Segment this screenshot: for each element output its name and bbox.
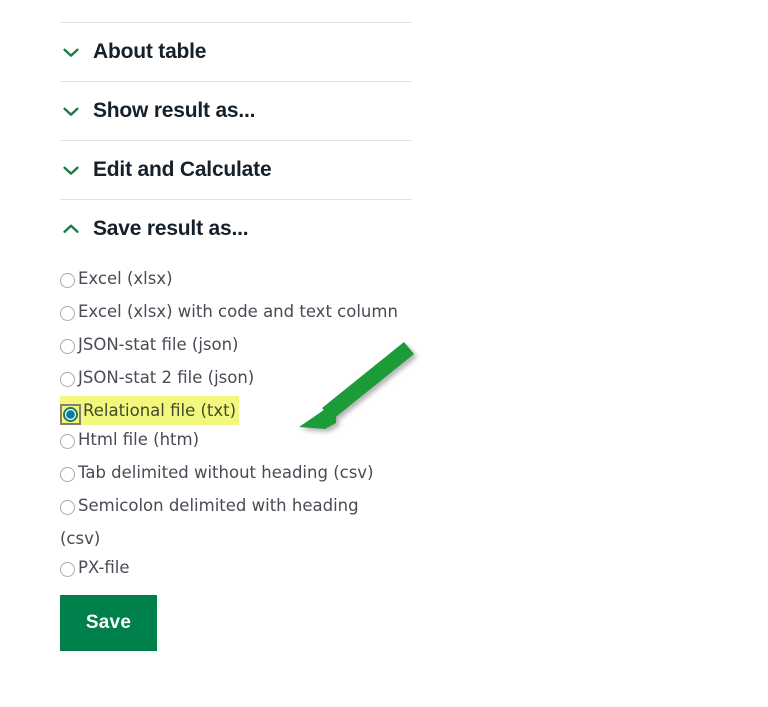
chevron-down-icon xyxy=(63,107,79,116)
radio-option-label: Semicolon delimited with heading (csv) xyxy=(60,496,359,548)
chevron-down-icon xyxy=(63,48,79,57)
section-header-show-result-as[interactable]: Show result as... xyxy=(60,82,412,140)
radio-option-label: Excel (xlsx) with code and text column xyxy=(78,302,398,321)
radio-option-relational-file-wrapper: Relational file (txt) xyxy=(60,396,400,425)
radio-icon[interactable] xyxy=(60,429,78,458)
radio-option-semicolon-delimited-with-heading[interactable]: Semicolon delimited with heading (csv) xyxy=(60,491,400,553)
radio-option-excel-xlsx-with-code-and-text-column[interactable]: Excel (xlsx) with code and text column xyxy=(60,297,400,330)
radio-option-json-stat-file[interactable]: JSON-stat file (json) xyxy=(60,330,400,363)
radio-option-tab-delimited-without-heading[interactable]: Tab delimited without heading (csv) xyxy=(60,458,400,491)
save-button[interactable]: Save xyxy=(60,595,157,651)
radio-option-relational-file[interactable]: Relational file (txt) xyxy=(60,396,240,425)
radio-icon[interactable] xyxy=(60,301,78,330)
radio-option-label: Html file (htm) xyxy=(78,430,200,449)
radio-icon[interactable] xyxy=(60,557,78,586)
section-title: Show result as... xyxy=(93,99,256,122)
radio-icon-selected[interactable] xyxy=(60,404,81,425)
section-header-edit-and-calculate[interactable]: Edit and Calculate xyxy=(60,141,412,199)
radio-icon[interactable] xyxy=(60,334,78,363)
radio-icon[interactable] xyxy=(60,268,78,297)
radio-option-excel-xlsx[interactable]: Excel (xlsx) xyxy=(60,264,400,297)
radio-option-label: Tab delimited without heading (csv) xyxy=(78,463,374,482)
section-header-about-table[interactable]: About table xyxy=(60,23,412,81)
chevron-down-icon xyxy=(63,166,79,175)
radio-option-label: Excel (xlsx) xyxy=(78,269,173,288)
radio-icon[interactable] xyxy=(60,495,78,524)
section-header-save-result-as[interactable]: Save result as... xyxy=(60,200,412,258)
section-title: Save result as... xyxy=(93,217,249,240)
radio-option-label: Relational file (txt) xyxy=(83,401,237,420)
radio-option-label: JSON-stat 2 file (json) xyxy=(78,368,255,387)
section-title: About table xyxy=(93,40,207,63)
save-button-container: Save xyxy=(60,586,412,651)
save-format-radio-group: Excel (xlsx) Excel (xlsx) with code and … xyxy=(60,258,400,586)
radio-option-html-file[interactable]: Html file (htm) xyxy=(60,425,400,458)
section-title: Edit and Calculate xyxy=(93,158,272,181)
save-result-panel: About table Show result as... Edit and C… xyxy=(60,0,412,651)
chevron-up-icon xyxy=(63,224,79,233)
radio-option-label: JSON-stat file (json) xyxy=(78,335,239,354)
radio-option-px-file[interactable]: PX-file xyxy=(60,553,400,586)
radio-icon[interactable] xyxy=(60,367,78,396)
radio-icon[interactable] xyxy=(60,462,78,491)
radio-option-json-stat-2-file[interactable]: JSON-stat 2 file (json) xyxy=(60,363,400,396)
radio-option-label: PX-file xyxy=(78,558,130,577)
